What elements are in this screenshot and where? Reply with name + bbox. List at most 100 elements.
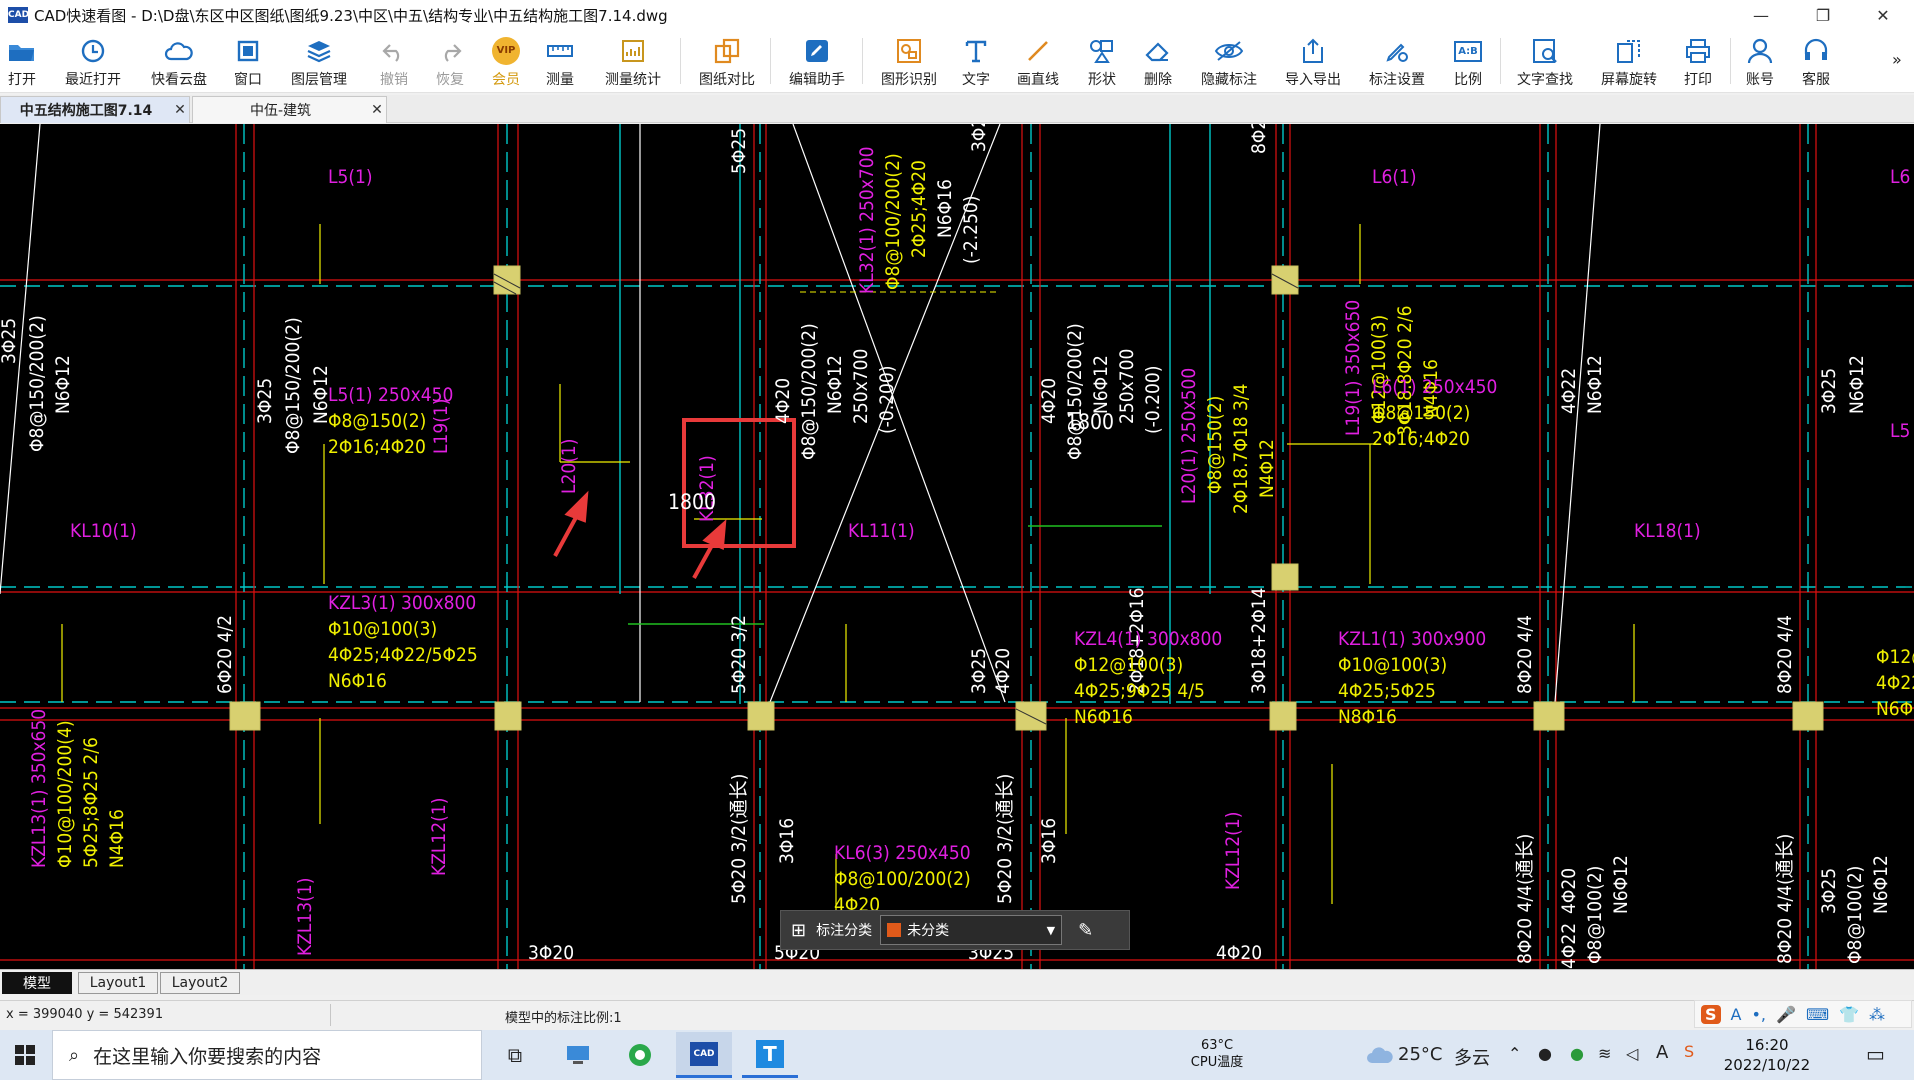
redo-icon bbox=[434, 35, 466, 67]
notification-icon[interactable]: ▭ bbox=[1866, 1042, 1885, 1066]
shape-button[interactable]: 形状 bbox=[1084, 32, 1120, 90]
rebar-label: 2Φ16;4Φ20 bbox=[1372, 428, 1470, 450]
shape-recognition-button[interactable]: 图形识别 bbox=[876, 32, 942, 90]
clock[interactable]: 16:20 2022/10/22 bbox=[1712, 1036, 1822, 1075]
beam-label: KL6(3) 250x450 bbox=[834, 842, 971, 864]
rebar-label: 5Φ20 3/2 bbox=[728, 614, 750, 694]
tab-structural-drawing[interactable]: 中五结构施工图7.14 ✕ bbox=[0, 96, 190, 123]
rebar-label: Φ10@100(3) bbox=[1338, 654, 1448, 676]
cloud-drive-button[interactable]: 快看云盘 bbox=[146, 32, 212, 90]
rebar-label: N6Φ16 bbox=[328, 670, 387, 692]
title-bar: CAD CAD快速看图 - D:\D盘\东区中区图纸\图纸9.23\中区\中五\… bbox=[0, 0, 1914, 30]
shape-recognition-icon bbox=[893, 35, 925, 67]
beam-label: L5 bbox=[1890, 420, 1911, 442]
annotation-settings-button[interactable]: 标注设置 bbox=[1364, 32, 1430, 90]
speaker-icon[interactable]: ◁ bbox=[1626, 1044, 1638, 1063]
rebar-label: Φ8@150/200(2) bbox=[1064, 323, 1086, 460]
tab-model[interactable]: 模型 bbox=[2, 972, 72, 994]
measure-button[interactable]: 测量 bbox=[542, 32, 578, 90]
rebar-label: 6Φ20 4/2 bbox=[214, 614, 236, 694]
cpu-temp-widget[interactable]: 63°C CPU温度 bbox=[1172, 1038, 1262, 1072]
headset-icon bbox=[1800, 35, 1832, 67]
ratio-button[interactable]: A:B 比例 bbox=[1450, 32, 1486, 90]
rebar-label: N6Φ16 bbox=[934, 179, 956, 238]
sogou-logo-icon[interactable]: S bbox=[1701, 1004, 1721, 1024]
beam-label: KZL3(1) 300x800 bbox=[328, 592, 477, 614]
eye-slash-icon bbox=[1213, 35, 1245, 67]
rebar-label: 4Φ20 bbox=[1216, 942, 1263, 964]
weather-desc: 多云 bbox=[1454, 1048, 1490, 1069]
tab-layout2[interactable]: Layout2 bbox=[160, 972, 240, 994]
ime-lang-toggle[interactable]: A bbox=[1731, 1005, 1742, 1024]
browser-icon[interactable] bbox=[622, 1040, 658, 1070]
toolbar-separator bbox=[680, 38, 681, 84]
customer-service-button[interactable]: 客服 bbox=[1798, 32, 1834, 90]
close-button[interactable]: ✕ bbox=[1852, 0, 1914, 30]
eraser-icon bbox=[1142, 35, 1174, 67]
text-app-icon[interactable]: T bbox=[742, 1032, 798, 1078]
input-mode-icon[interactable]: A bbox=[1656, 1042, 1668, 1063]
edit-category-icon[interactable]: ✎ bbox=[1078, 920, 1093, 941]
restore-button[interactable]: ❐ bbox=[1792, 0, 1854, 30]
beam-label: KL10(1) bbox=[70, 520, 137, 542]
import-export-button[interactable]: 导入导出 bbox=[1280, 32, 1346, 90]
window-button[interactable]: 窗口 bbox=[230, 32, 266, 90]
sogou-icon[interactable]: S bbox=[1684, 1042, 1694, 1061]
compare-button[interactable]: 图纸对比 bbox=[694, 32, 760, 90]
punctuation-icon[interactable]: •, bbox=[1751, 1005, 1766, 1024]
wechat-icon[interactable]: ● bbox=[1570, 1044, 1584, 1063]
cloud-icon bbox=[163, 35, 195, 67]
open-button[interactable]: 打开 bbox=[2, 32, 42, 90]
rebar-label: 3Φ18+2Φ14 bbox=[1248, 587, 1270, 694]
weather-temp: 25°C bbox=[1398, 1044, 1443, 1065]
rebar-label: 250x700 bbox=[1116, 348, 1138, 424]
edit-helper-button[interactable]: 编辑助手 bbox=[784, 32, 850, 90]
tab-architecture-drawing[interactable]: 中伍-建筑 ✕ bbox=[192, 96, 387, 123]
rebar-label: Φ8@150(2) bbox=[1372, 402, 1471, 424]
rebar-label: Φ10@100(3) bbox=[328, 618, 438, 640]
chevron-up-icon[interactable]: ⌃ bbox=[1508, 1044, 1521, 1063]
category-select[interactable]: 未分类 ▼ bbox=[880, 915, 1063, 945]
rebar-label: 3Φ25 bbox=[1818, 867, 1840, 914]
vip-button[interactable]: VIP 会员 bbox=[488, 32, 524, 90]
delete-button[interactable]: 删除 bbox=[1140, 32, 1176, 90]
text-button[interactable]: 文字 bbox=[958, 32, 994, 90]
redo-button[interactable]: 恢复 bbox=[432, 32, 468, 90]
rebar-label: N4Φ16 bbox=[106, 809, 128, 868]
rebar-label: 5Φ20 3/2(通长) bbox=[728, 773, 750, 904]
rebar-label: N6Φ12 bbox=[1846, 355, 1868, 414]
cad-app-icon[interactable]: CAD bbox=[676, 1032, 732, 1078]
recent-open-button[interactable]: 最近打开 bbox=[60, 32, 126, 90]
close-tab-icon[interactable]: ✕ bbox=[171, 102, 189, 118]
hide-annotation-button[interactable]: 隐藏标注 bbox=[1196, 32, 1262, 90]
computer-icon[interactable] bbox=[560, 1040, 596, 1070]
print-button[interactable]: 打印 bbox=[1680, 32, 1716, 90]
tray-app-icon[interactable]: ● bbox=[1538, 1044, 1552, 1063]
find-text-icon bbox=[1529, 35, 1561, 67]
skin-icon[interactable]: 👕 bbox=[1839, 1005, 1859, 1024]
minimize-button[interactable]: — bbox=[1730, 0, 1792, 30]
beam-label: KL18(1) bbox=[1634, 520, 1701, 542]
find-text-button[interactable]: 文字查找 bbox=[1512, 32, 1578, 90]
undo-button[interactable]: 撤销 bbox=[376, 32, 412, 90]
windows-start-icon[interactable] bbox=[0, 1030, 50, 1080]
task-view-icon[interactable]: ⧉ bbox=[500, 1040, 530, 1070]
draw-line-button[interactable]: 画直线 bbox=[1012, 32, 1064, 90]
close-tab-icon[interactable]: ✕ bbox=[368, 102, 386, 118]
rebar-label: 4Φ25;9Φ25 4/5 bbox=[1074, 680, 1205, 702]
wifi-icon[interactable]: ≋ bbox=[1598, 1044, 1611, 1063]
grid-layout-icon[interactable]: ⊞ bbox=[791, 920, 806, 941]
drawing-canvas[interactable]: L5(1) L6(1) L6 L5 3Φ25 Φ8@150/200(2) N6Φ… bbox=[0, 124, 1914, 969]
layer-manager-button[interactable]: 图层管理 bbox=[286, 32, 352, 90]
taskbar-search-input[interactable]: ⌕ 在这里输入你要搜索的内容 bbox=[52, 1030, 482, 1080]
microphone-icon[interactable]: 🎤 bbox=[1776, 1005, 1796, 1024]
account-button[interactable]: 账号 bbox=[1742, 32, 1778, 90]
screen-rotate-button[interactable]: 屏幕旋转 bbox=[1596, 32, 1662, 90]
toolbar-more-button[interactable]: » bbox=[1892, 50, 1902, 69]
chevron-down-icon: ▼ bbox=[1046, 923, 1056, 937]
toolbox-icon[interactable]: ⁂ bbox=[1869, 1005, 1885, 1024]
keyboard-icon[interactable]: ⌨ bbox=[1806, 1005, 1829, 1024]
tab-layout1[interactable]: Layout1 bbox=[78, 972, 158, 994]
rebar-label: 3Φ16 bbox=[776, 817, 798, 864]
measure-stats-button[interactable]: 测量统计 bbox=[600, 32, 666, 90]
